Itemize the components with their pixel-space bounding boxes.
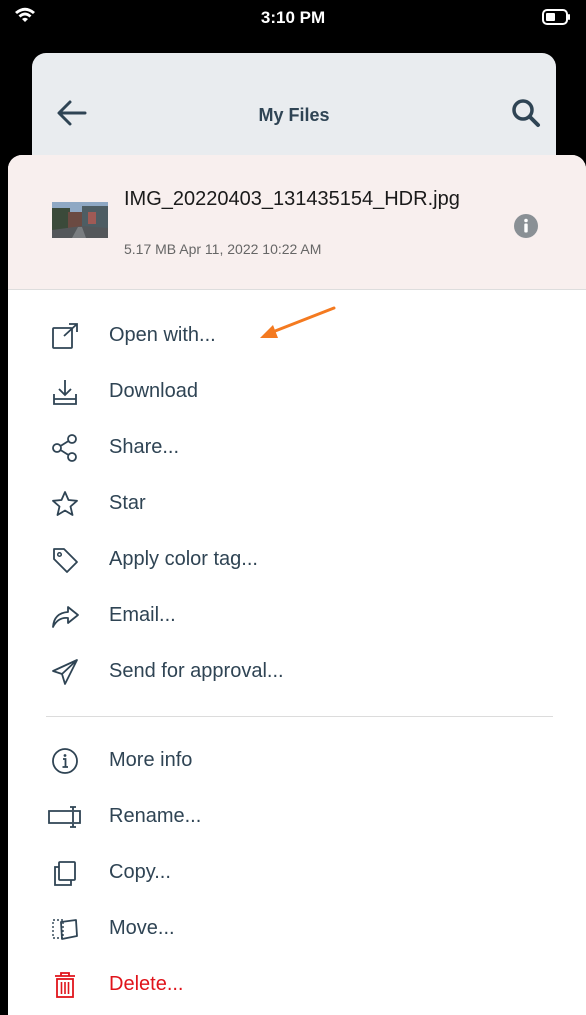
info-icon bbox=[50, 746, 80, 776]
file-thumbnail bbox=[52, 202, 108, 238]
menu-item-label: Share... bbox=[109, 436, 180, 458]
star-icon bbox=[50, 489, 80, 519]
tag-icon bbox=[50, 545, 80, 575]
menu-item-delete[interactable]: Delete... bbox=[8, 957, 586, 1013]
page-title: My Files bbox=[258, 105, 330, 125]
status-bar: 3:10 PM bbox=[0, 0, 586, 38]
menu-item-label: Download bbox=[109, 380, 198, 402]
copy-icon bbox=[50, 858, 80, 888]
annotation-arrow-icon bbox=[260, 306, 336, 338]
email-forward-icon bbox=[50, 601, 80, 631]
menu-item-rename[interactable]: Rename... bbox=[8, 789, 586, 845]
file-header: IMG_20220403_131435154_HDR.jpg 5.17 MB A… bbox=[8, 155, 586, 290]
search-icon[interactable] bbox=[510, 97, 542, 134]
menu-item-copy[interactable]: Copy... bbox=[8, 845, 586, 901]
trash-icon bbox=[50, 970, 80, 1000]
menu-item-label: Open with... bbox=[109, 324, 216, 346]
menu-item-star[interactable]: Star bbox=[8, 476, 586, 532]
menu-item-label: Star bbox=[109, 492, 146, 514]
rename-icon bbox=[46, 802, 86, 832]
share-icon bbox=[50, 433, 80, 463]
file-meta: 5.17 MB Apr 11, 2022 10:22 AM bbox=[124, 241, 322, 257]
move-icon bbox=[50, 914, 80, 944]
menu-item-label: Apply color tag... bbox=[109, 548, 258, 570]
battery-icon bbox=[542, 9, 572, 30]
menu-item-label: Delete... bbox=[109, 973, 184, 995]
menu-item-label: Move... bbox=[109, 917, 175, 939]
menu-item-send-for-approval[interactable]: Send for approval... bbox=[8, 644, 586, 700]
file-actions-sheet: IMG_20220403_131435154_HDR.jpg 5.17 MB A… bbox=[8, 155, 586, 1015]
menu-item-label: Copy... bbox=[109, 861, 171, 883]
menu-item-apply-color-tag[interactable]: Apply color tag... bbox=[8, 532, 586, 588]
menu-divider bbox=[46, 716, 553, 717]
menu-item-email[interactable]: Email... bbox=[8, 588, 586, 644]
file-name: IMG_20220403_131435154_HDR.jpg bbox=[124, 188, 460, 210]
info-filled-icon[interactable] bbox=[512, 212, 540, 240]
menu-item-label: Rename... bbox=[109, 805, 202, 827]
send-icon bbox=[50, 657, 80, 687]
app-header: My Files bbox=[32, 83, 556, 147]
menu-item-more-info[interactable]: More info bbox=[8, 733, 586, 789]
menu-item-download[interactable]: Download bbox=[8, 364, 586, 420]
open-with-icon bbox=[50, 321, 80, 351]
menu-item-label: Send for approval... bbox=[109, 660, 284, 682]
download-icon bbox=[50, 377, 80, 407]
menu-item-move[interactable]: Move... bbox=[8, 901, 586, 957]
status-time: 3:10 PM bbox=[260, 8, 326, 27]
menu-item-share[interactable]: Share... bbox=[8, 420, 586, 476]
menu-item-label: More info bbox=[109, 749, 193, 771]
menu-item-label: Email... bbox=[109, 604, 176, 626]
